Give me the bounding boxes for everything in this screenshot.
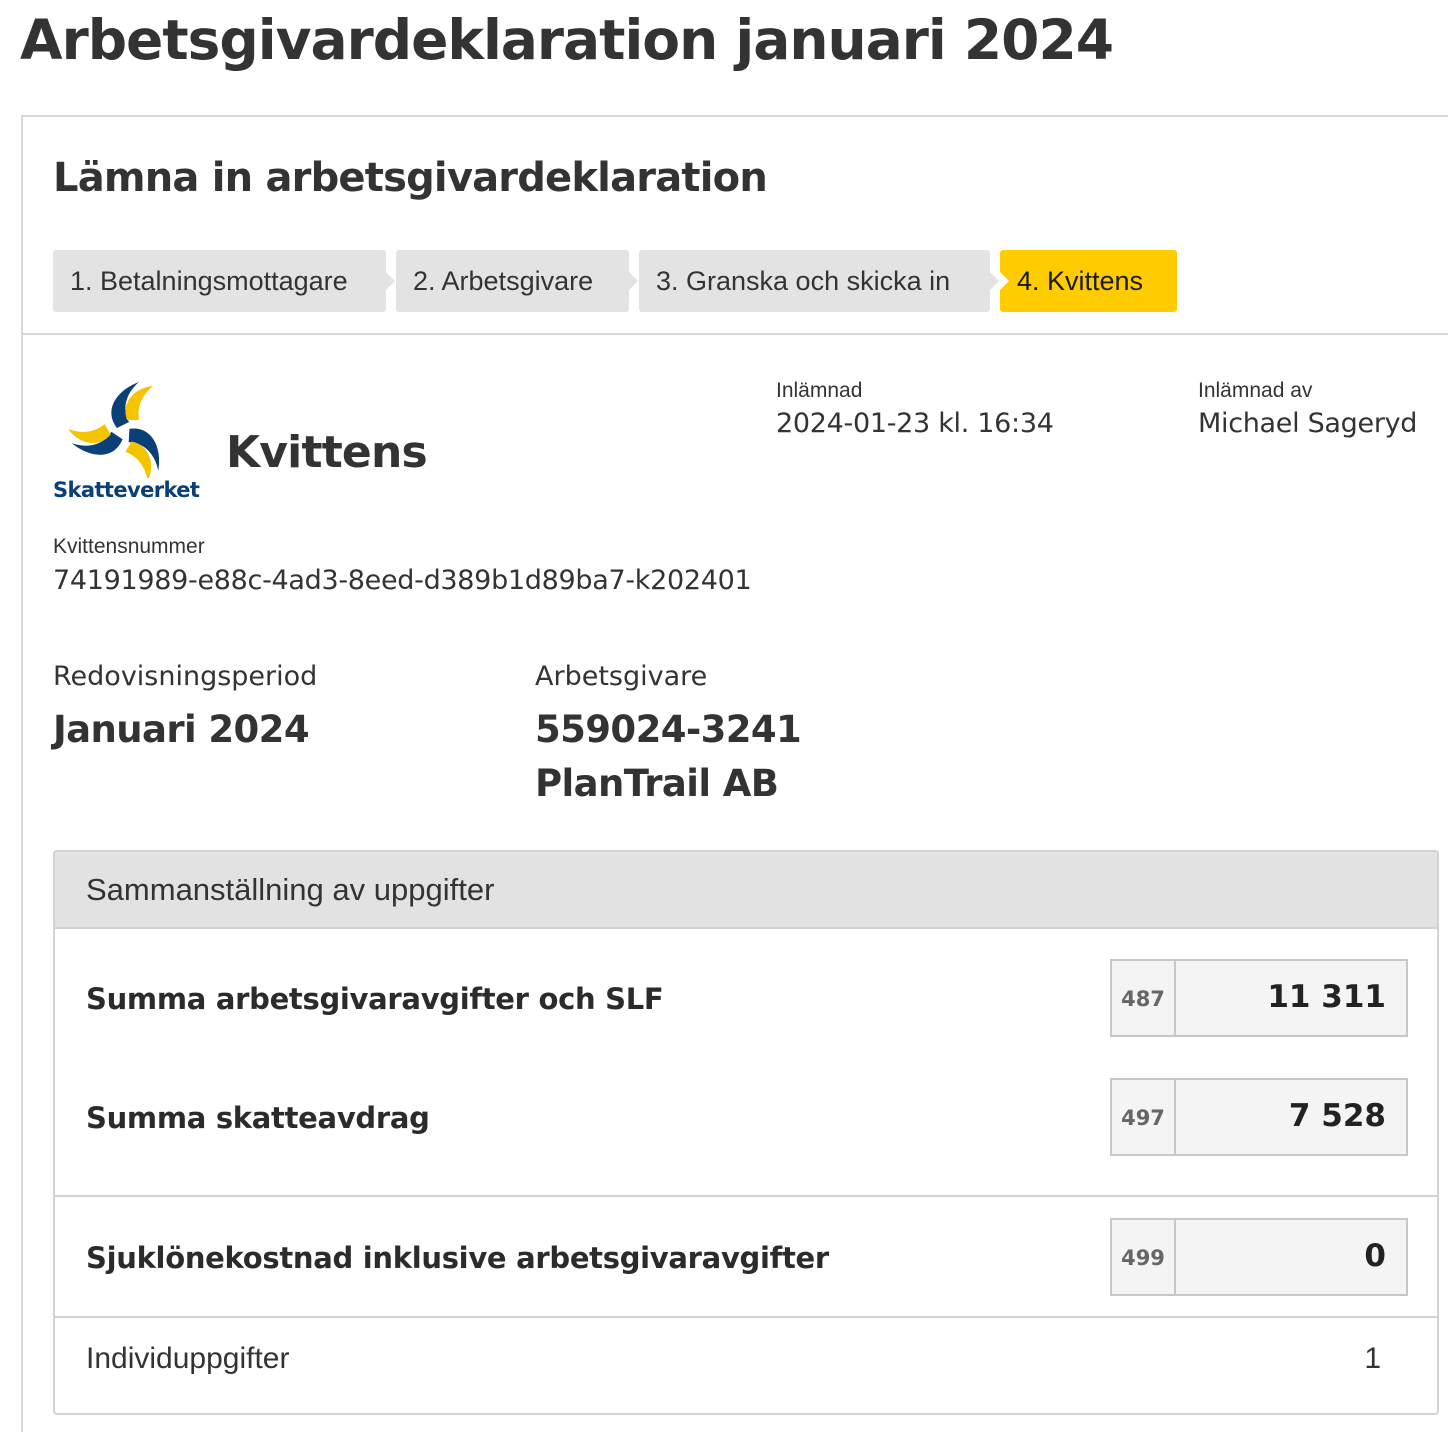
individual-value: 1 bbox=[1364, 1342, 1381, 1375]
field-code: 487 bbox=[1112, 961, 1176, 1035]
submitted-value: 2024-01-23 kl. 16:34 bbox=[776, 408, 1054, 439]
individual-label: Individuppgifter bbox=[86, 1342, 290, 1375]
field-value: 11 311 bbox=[1267, 979, 1386, 1015]
step-betalningsmottagare[interactable]: 1. Betalningsmottagare bbox=[53, 250, 395, 312]
employer-orgnr: 559024-3241 bbox=[535, 708, 802, 751]
summary-title: Sammanställning av uppgifter bbox=[86, 872, 495, 907]
step-arbetsgivare[interactable]: 2. Arbetsgivare bbox=[396, 250, 638, 312]
submitted-label: Inlämnad bbox=[776, 379, 863, 402]
summary-row-label: Sjuklönekostnad inklusive arbetsgivaravg… bbox=[86, 1241, 829, 1275]
submitted-by-label: Inlämnad av bbox=[1198, 379, 1313, 402]
field-code: 497 bbox=[1112, 1080, 1176, 1154]
page-title: Arbetsgivardeklaration januari 2024 bbox=[20, 8, 1114, 72]
summary-field-499: 499 0 bbox=[1110, 1218, 1408, 1296]
field-code: 499 bbox=[1112, 1220, 1176, 1294]
period-label: Redovisningsperiod bbox=[53, 661, 318, 692]
row-divider bbox=[55, 1195, 1437, 1197]
field-value: 7 528 bbox=[1288, 1098, 1386, 1134]
receipt-number-label: Kvittensnummer bbox=[53, 535, 205, 558]
card-title: Lämna in arbetsgivardeklaration bbox=[53, 155, 768, 201]
row-divider bbox=[55, 1316, 1437, 1318]
field-value: 0 bbox=[1364, 1238, 1386, 1274]
section-divider bbox=[23, 333, 1448, 335]
step-granska-och-skicka-in[interactable]: 3. Granska och skicka in bbox=[639, 250, 999, 312]
receipt-heading: Kvittens bbox=[226, 427, 428, 478]
summary-header: Sammanställning av uppgifter bbox=[55, 852, 1437, 929]
step-kvittens[interactable]: 4. Kvittens bbox=[1000, 250, 1177, 312]
logo-wordmark: Skatteverket bbox=[53, 478, 200, 502]
summary-field-497: 497 7 528 bbox=[1110, 1078, 1408, 1156]
employer-name: PlanTrail AB bbox=[535, 762, 779, 805]
submitted-by-value: Michael Sageryd bbox=[1198, 408, 1418, 439]
employer-label: Arbetsgivare bbox=[535, 661, 708, 692]
summary-row-label: Summa skatteavdrag bbox=[86, 1101, 430, 1135]
summary-row-label: Summa arbetsgivaravgifter och SLF bbox=[86, 982, 664, 1016]
period-value: Januari 2024 bbox=[53, 708, 310, 751]
declaration-card: Lämna in arbetsgivardeklaration 1. Betal… bbox=[21, 115, 1448, 1432]
summary-field-487: 487 11 311 bbox=[1110, 959, 1408, 1037]
summary-panel: Sammanställning av uppgifter Summa arbet… bbox=[53, 850, 1439, 1415]
skatteverket-logo-icon bbox=[68, 382, 160, 481]
skatteverket-logo: Skatteverket bbox=[53, 374, 203, 506]
receipt-number-value: 74191989-e88c-4ad3-8eed-d389b1d89ba7-k20… bbox=[53, 565, 752, 596]
